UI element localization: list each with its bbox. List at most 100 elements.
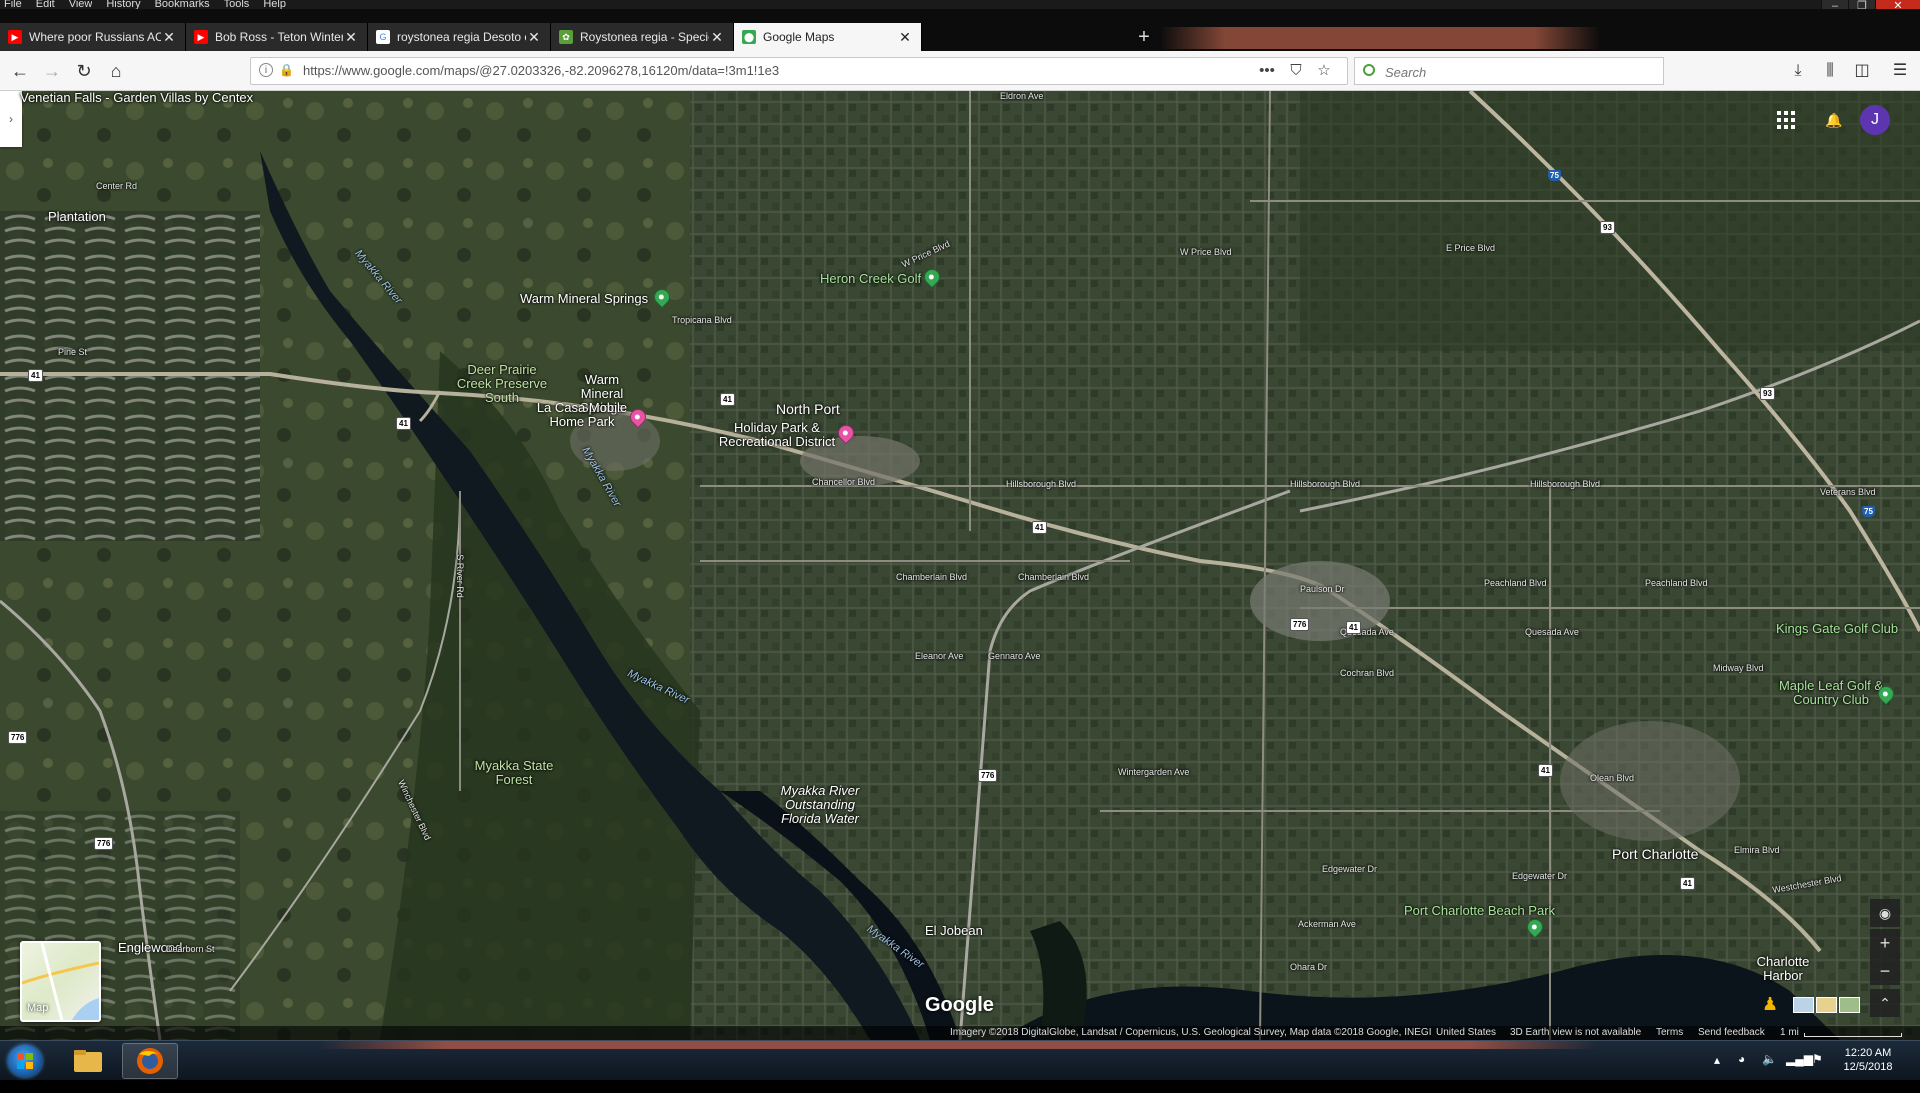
road-label: Edgewater Dr bbox=[1322, 864, 1378, 874]
place-label[interactable]: Kings Gate Golf Club bbox=[1776, 621, 1898, 636]
tab-5[interactable]: ⬤ Google Maps ✕ bbox=[734, 23, 922, 51]
reload-button[interactable]: ↻ bbox=[72, 59, 96, 83]
library-button[interactable]: ⫼ bbox=[1818, 59, 1842, 83]
road-label: Peachland Blvd bbox=[1484, 578, 1547, 588]
highway-shield: 41 bbox=[1032, 521, 1047, 534]
address-bar[interactable]: i 🔒 https://www.google.com/maps/@27.0203… bbox=[250, 57, 1348, 85]
site-info-icon[interactable]: i bbox=[259, 63, 273, 77]
google-apps-button[interactable] bbox=[1777, 111, 1795, 129]
url-text[interactable]: https://www.google.com/maps/@27.0203326,… bbox=[303, 58, 779, 84]
place-label[interactable]: Holiday Park & Recreational District bbox=[712, 421, 842, 449]
tab-2[interactable]: ▶ Bob Ross - Teton Winter (Seas✕ bbox=[186, 23, 368, 51]
send-feedback-link[interactable]: Send feedback bbox=[1698, 1026, 1765, 1040]
google-icon: G bbox=[376, 30, 390, 44]
youtube-icon: ▶ bbox=[194, 30, 208, 44]
close-tab-icon[interactable]: ✕ bbox=[526, 29, 542, 45]
place-label[interactable]: Deer Prairie Creek Preserve South bbox=[452, 363, 552, 405]
show-hidden-icons-button[interactable]: ▴ bbox=[1714, 1053, 1720, 1093]
sidebar-button[interactable]: ◫ bbox=[1850, 59, 1874, 83]
city-label[interactable]: Port Charlotte bbox=[1612, 846, 1698, 862]
highway-shield: 776 bbox=[978, 769, 998, 782]
menu-item-history[interactable]: History bbox=[106, 0, 140, 9]
place-label[interactable]: Heron Creek Golf bbox=[820, 271, 921, 286]
close-tab-icon[interactable]: ✕ bbox=[343, 29, 359, 45]
road-label: E Price Blvd bbox=[1446, 243, 1496, 253]
tab-title: Google Maps bbox=[763, 30, 835, 44]
bookmark-star-icon[interactable]: ☆ bbox=[1313, 60, 1335, 82]
place-label[interactable]: Venetian Falls - Garden Villas by Centex bbox=[20, 91, 253, 105]
zoom-in-button[interactable]: + bbox=[1870, 929, 1900, 957]
road-label: Chancellor Blvd bbox=[812, 477, 876, 487]
firefox-taskbar-button[interactable] bbox=[122, 1043, 178, 1079]
highway-shield: 41 bbox=[1680, 877, 1695, 890]
pocket-icon[interactable]: ⛉ bbox=[1285, 60, 1307, 82]
place-label[interactable]: Warm Mineral Springs bbox=[520, 291, 648, 306]
system-clock[interactable]: 12:20 AM 12/5/2018 bbox=[1840, 1046, 1896, 1074]
downloads-button[interactable]: ⤓ bbox=[1786, 59, 1810, 83]
forward-button[interactable]: → bbox=[40, 59, 64, 83]
chrome-tray-icon[interactable]: ◕ bbox=[1738, 1052, 1745, 1092]
menu-item-bookmarks[interactable]: Bookmarks bbox=[155, 0, 210, 9]
my-location-button[interactable]: ◉ bbox=[1870, 899, 1900, 927]
highway-shield: 776 bbox=[8, 731, 28, 744]
country-link[interactable]: United States bbox=[1436, 1026, 1496, 1040]
place-label[interactable]: Myakka State Forest bbox=[474, 759, 554, 787]
page-actions-icon[interactable]: ••• bbox=[1256, 60, 1278, 82]
search-box[interactable] bbox=[1354, 57, 1664, 85]
tab-4[interactable]: ✿ Roystonea regia - Species Page✕ bbox=[551, 23, 734, 51]
interstate-shield: 75 bbox=[1548, 170, 1561, 181]
menu-item-file[interactable]: File bbox=[4, 0, 22, 9]
close-tab-icon[interactable]: ✕ bbox=[161, 29, 177, 45]
imagery-attribution: Imagery ©2018 DigitalGlobe, Landsat / Co… bbox=[950, 1027, 1432, 1038]
road-label: Edgewater Dr bbox=[1512, 871, 1568, 881]
scale-label[interactable]: 1 mi bbox=[1780, 1026, 1799, 1040]
menu-item-help[interactable]: Help bbox=[263, 0, 286, 9]
place-label[interactable]: Port Charlotte Beach Park bbox=[1404, 903, 1555, 918]
place-label[interactable]: Maple Leaf Golf & Country Club bbox=[1776, 679, 1886, 707]
download-icon: ⤓ bbox=[1794, 62, 1802, 79]
menu-item-edit[interactable]: Edit bbox=[36, 0, 55, 9]
water-label[interactable]: Myakka River Outstanding Florida Water bbox=[770, 784, 870, 826]
close-tab-icon[interactable]: ✕ bbox=[897, 29, 913, 45]
highway-shield: 776 bbox=[94, 837, 114, 850]
back-button[interactable]: ← bbox=[8, 59, 32, 83]
side-panel-toggle[interactable]: › bbox=[0, 91, 22, 147]
place-label[interactable]: El Jobean bbox=[925, 923, 983, 938]
new-tab-button[interactable]: + bbox=[1130, 23, 1158, 51]
home-button[interactable]: ⌂ bbox=[104, 59, 128, 83]
action-center-flag-icon[interactable]: ⚑ bbox=[1812, 1052, 1823, 1092]
search-input[interactable] bbox=[1383, 61, 1657, 83]
terms-link[interactable]: Terms bbox=[1656, 1026, 1683, 1040]
street-view-pegman-icon[interactable]: ♟ bbox=[1762, 993, 1778, 1015]
city-label[interactable]: North Port bbox=[776, 401, 840, 417]
file-explorer-taskbar-button[interactable] bbox=[60, 1043, 116, 1079]
place-label[interactable]: Plantation bbox=[48, 209, 106, 224]
network-signal-icon[interactable]: ▂▄▆ bbox=[1786, 1052, 1813, 1092]
close-tab-icon[interactable]: ✕ bbox=[709, 29, 725, 45]
menu-item-tools[interactable]: Tools bbox=[224, 0, 250, 9]
tab-title: Roystonea regia - Species Page bbox=[580, 30, 709, 44]
folder-icon bbox=[74, 1050, 102, 1072]
notifications-button[interactable]: 🔔 bbox=[1823, 109, 1845, 131]
hamburger-menu-button[interactable]: ☰ bbox=[1888, 59, 1912, 83]
place-label[interactable]: La Casa Mobile Home Park bbox=[532, 401, 632, 429]
map-type-toggle[interactable]: Map bbox=[20, 941, 101, 1022]
tilt-toggle-button[interactable]: ⌃ bbox=[1870, 989, 1900, 1017]
road-label: Eldron Ave bbox=[1000, 91, 1044, 101]
menu-item-view[interactable]: View bbox=[69, 0, 93, 9]
start-button[interactable] bbox=[8, 1045, 42, 1077]
tab-3[interactable]: Groystonea regia Desoto county✕ bbox=[368, 23, 551, 51]
imagery-layer-thumbnails[interactable] bbox=[1793, 997, 1860, 1013]
bell-icon: 🔔 bbox=[1825, 112, 1843, 128]
road-label: Cochran Blvd bbox=[1340, 668, 1395, 678]
tab-1[interactable]: ▶ Where poor Russians ACTUALL✕ bbox=[0, 23, 186, 51]
place-label[interactable]: Charlotte Harbor bbox=[1748, 955, 1818, 983]
volume-icon[interactable]: 🔈 bbox=[1762, 1052, 1777, 1092]
zoom-out-button[interactable]: − bbox=[1870, 957, 1900, 985]
account-avatar[interactable]: J bbox=[1860, 105, 1890, 135]
windows-taskbar: ▴ ◕ 🔈 ▂▄▆ ⚑ 12:20 AM 12/5/2018 bbox=[0, 1040, 1920, 1080]
satellite-map[interactable]: › 🔔 J Venetian Falls - Garden Villas by … bbox=[0, 91, 1920, 1040]
highway-shield: 776 bbox=[1290, 618, 1310, 631]
road-label: Veterans Blvd bbox=[1820, 487, 1876, 497]
road-label: Ackerman Ave bbox=[1298, 919, 1356, 929]
